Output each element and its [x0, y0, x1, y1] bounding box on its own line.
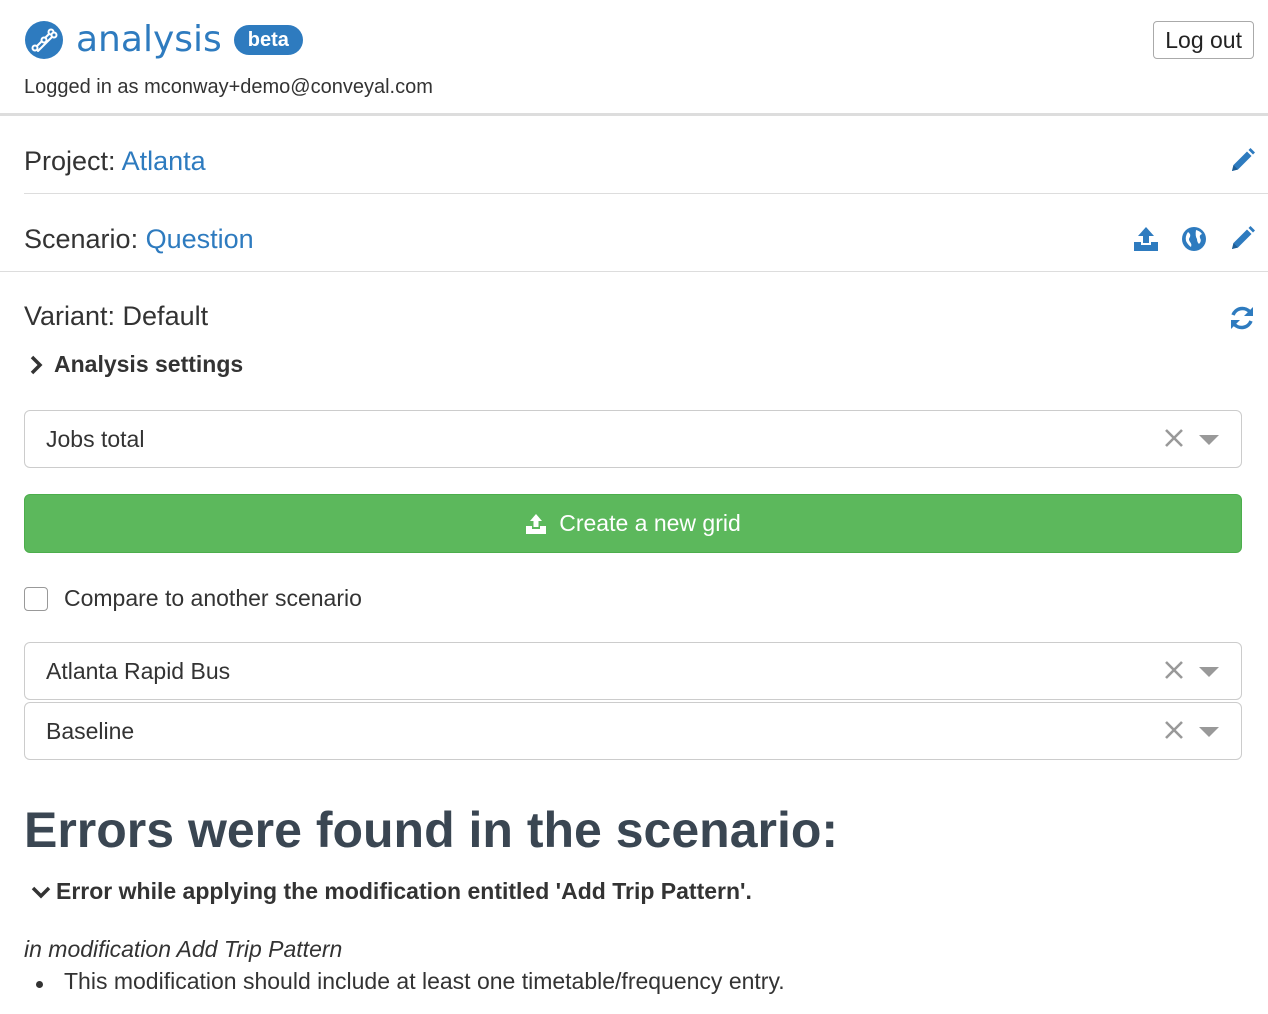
select-value: Atlanta Rapid Bus: [46, 658, 231, 684]
compare-checkbox[interactable]: [24, 586, 48, 611]
logout-button[interactable]: Log out: [1153, 21, 1254, 59]
pencil-icon[interactable]: [1228, 147, 1256, 175]
scenario-title: Scenario: Question: [24, 224, 254, 255]
globe-icon[interactable]: [1180, 225, 1208, 253]
scenario-prefix: Scenario:: [24, 224, 139, 254]
logged-in-text: Logged in as mconway+demo@conveyal.com: [24, 76, 433, 98]
variant-title: Variant: Default: [24, 301, 209, 331]
upload-icon[interactable]: [1132, 225, 1160, 253]
select-value: Jobs total: [46, 426, 145, 452]
pencil-icon[interactable]: [1228, 225, 1256, 253]
compare-label[interactable]: Compare to another scenario: [64, 585, 362, 612]
create-grid-label: Create a new grid: [559, 510, 741, 536]
chevron-down-icon: [31, 886, 51, 898]
compare-variant-select[interactable]: Baseline: [24, 702, 1242, 760]
upload-icon: [526, 513, 547, 534]
app-header: analysis beta Logged in as mconway+demo@…: [0, 0, 1268, 116]
clear-icon[interactable]: [1163, 719, 1185, 741]
analysis-settings-label: Analysis settings: [54, 351, 244, 377]
refresh-icon[interactable]: [1228, 304, 1256, 332]
errors-heading: Errors were found in the scenario:: [24, 802, 839, 858]
error-item-toggle[interactable]: Error while applying the modification en…: [30, 878, 752, 905]
analysis-settings-toggle[interactable]: Analysis settings: [28, 351, 243, 378]
project-title: Project: Atlanta: [24, 146, 206, 177]
beta-badge: beta: [233, 25, 303, 55]
app-name: analysis: [76, 19, 222, 60]
clear-icon[interactable]: [1163, 659, 1185, 681]
error-item-title: Error while applying the modification en…: [56, 878, 752, 904]
analysis-logo-icon: [25, 21, 63, 59]
opportunity-dataset-select[interactable]: Jobs total: [24, 410, 1242, 468]
error-messages-list: This modification should include at leas…: [24, 968, 785, 995]
compare-scenario-select[interactable]: Atlanta Rapid Bus: [24, 642, 1242, 700]
project-name-link[interactable]: Atlanta: [122, 146, 206, 176]
project-row: Project: Atlanta: [24, 116, 1268, 194]
dropdown-arrow-icon[interactable]: [1199, 667, 1219, 677]
error-message: This modification should include at leas…: [24, 968, 785, 995]
variant-row: Variant: Default: [0, 272, 1268, 332]
select-value: Baseline: [46, 718, 135, 744]
clear-icon[interactable]: [1163, 427, 1185, 449]
chevron-right-icon: [30, 355, 43, 374]
scenario-row: Scenario: Question: [0, 194, 1268, 272]
project-prefix: Project:: [24, 146, 116, 176]
dropdown-arrow-icon[interactable]: [1199, 435, 1219, 445]
error-modification-line: in modification Add Trip Pattern: [24, 936, 343, 962]
scenario-name-link[interactable]: Question: [146, 224, 254, 254]
create-grid-button[interactable]: Create a new grid: [24, 494, 1242, 553]
dropdown-arrow-icon[interactable]: [1199, 727, 1219, 737]
compare-checkbox-row[interactable]: Compare to another scenario: [24, 585, 362, 612]
app-logo[interactable]: analysis beta: [24, 18, 303, 62]
